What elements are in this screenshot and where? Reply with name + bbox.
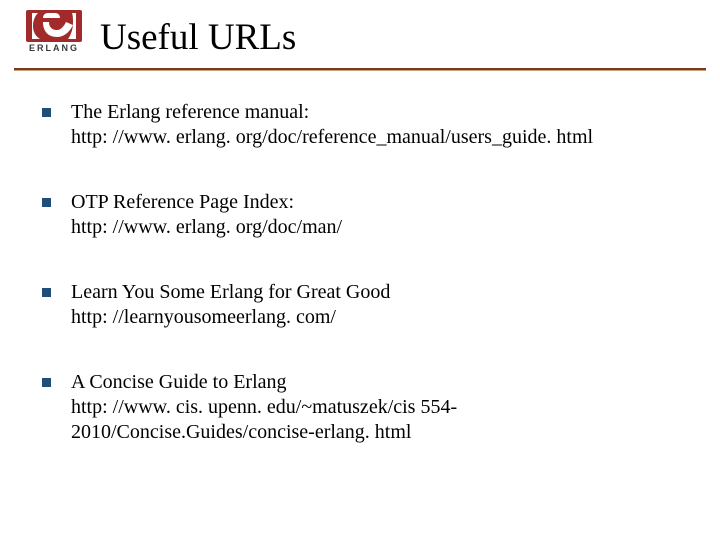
list-item-text: OTP Reference Page Index: http: //www. e…	[71, 190, 682, 240]
item-label: Learn You Some Erlang for Great Good	[71, 280, 682, 305]
title-rule-shadow	[14, 70, 706, 71]
bullet-icon	[42, 108, 51, 117]
item-label: The Erlang reference manual:	[71, 100, 682, 125]
list-item: OTP Reference Page Index: http: //www. e…	[42, 190, 682, 240]
list-item: A Concise Guide to Erlang http: //www. c…	[42, 370, 682, 445]
slide-header: ERLANG Useful URLs	[0, 10, 720, 70]
slide-content: The Erlang reference manual: http: //www…	[42, 100, 682, 485]
list-item-text: A Concise Guide to Erlang http: //www. c…	[71, 370, 682, 445]
item-url: http: //www. erlang. org/doc/reference_m…	[71, 125, 682, 150]
bullet-icon	[42, 288, 51, 297]
erlang-logo-text: ERLANG	[18, 43, 90, 53]
list-item-text: Learn You Some Erlang for Great Good htt…	[71, 280, 682, 330]
bullet-icon	[42, 198, 51, 207]
list-item: Learn You Some Erlang for Great Good htt…	[42, 280, 682, 330]
item-url: http: //www. erlang. org/doc/man/	[71, 215, 682, 240]
slide-title: Useful URLs	[100, 16, 296, 59]
erlang-logo: ERLANG	[18, 10, 88, 58]
slide: ERLANG Useful URLs The Erlang reference …	[0, 0, 720, 540]
item-label: OTP Reference Page Index:	[71, 190, 682, 215]
item-url: http: //www. cis. upenn. edu/~matuszek/c…	[71, 395, 682, 445]
erlang-logo-mark	[26, 10, 82, 42]
list-item-text: The Erlang reference manual: http: //www…	[71, 100, 682, 150]
item-url: http: //learnyousomeerlang. com/	[71, 305, 682, 330]
list-item: The Erlang reference manual: http: //www…	[42, 100, 682, 150]
bullet-icon	[42, 378, 51, 387]
erlang-logo-icon	[32, 13, 76, 39]
item-label: A Concise Guide to Erlang	[71, 370, 682, 395]
